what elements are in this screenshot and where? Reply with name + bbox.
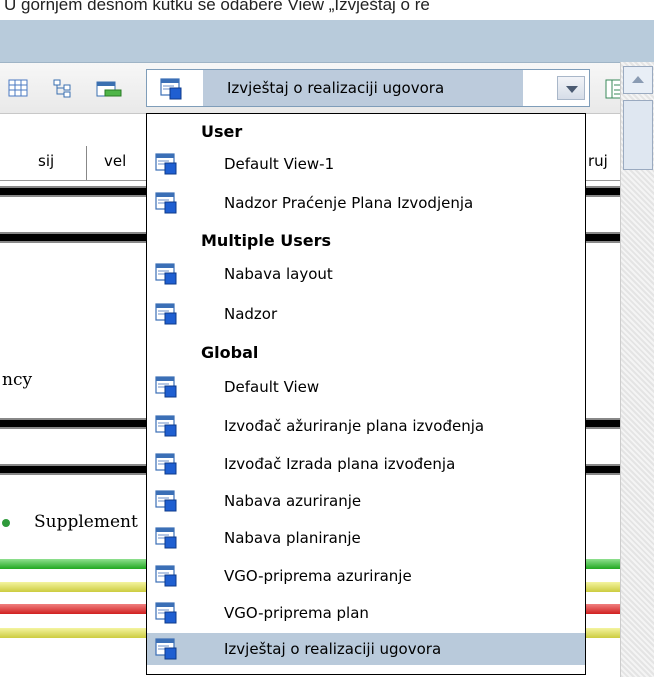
view-option-label: VGO-priprema azuriranje xyxy=(224,567,412,585)
scroll-up-button[interactable] xyxy=(623,66,653,94)
view-option[interactable]: Nabava layout xyxy=(147,258,585,290)
chevron-down-icon[interactable] xyxy=(557,76,585,100)
view-option-label: Nabava planiranje xyxy=(224,529,361,547)
calendar-icon[interactable] xyxy=(96,78,122,98)
view-option[interactable]: VGO-priprema plan xyxy=(147,597,585,629)
task-label: ncy xyxy=(2,370,33,390)
view-icon xyxy=(155,602,177,624)
grid-line xyxy=(86,146,87,180)
group-header-multiple-users: Multiple Users xyxy=(201,231,332,250)
scroll-thumb[interactable] xyxy=(623,100,653,170)
group-header-user: User xyxy=(201,122,243,141)
task-label: Supplement xyxy=(34,512,138,532)
view-option[interactable]: VGO-priprema azuriranje xyxy=(147,560,585,592)
view-icon xyxy=(155,263,177,285)
view-option[interactable]: Izvođač ažuriranje plana izvođenja xyxy=(147,410,585,442)
window-header-band xyxy=(0,20,654,63)
view-option[interactable]: Nadzor xyxy=(147,298,585,330)
view-selector[interactable]: Izvještaj o realizaciji ugovora xyxy=(146,69,590,107)
view-option-label: Default View-1 xyxy=(224,155,335,173)
view-option-label: Izvještaj o realizaciji ugovora xyxy=(224,640,442,658)
view-icon xyxy=(160,78,182,100)
view-option[interactable]: Default View-1 xyxy=(147,148,585,180)
hierarchy-icon[interactable] xyxy=(52,78,72,98)
view-icon xyxy=(155,453,177,475)
view-option[interactable]: Nadzor Praćenje Plana Izvodjenja xyxy=(147,187,585,219)
view-option-selected[interactable]: Izvještaj o realizaciji ugovora xyxy=(147,633,585,665)
milestone-icon xyxy=(2,519,10,527)
month-label: sij xyxy=(38,152,55,170)
view-option-label: VGO-priprema plan xyxy=(224,604,369,622)
view-option-label: Default View xyxy=(224,378,320,396)
month-label: vel xyxy=(104,152,127,170)
view-selector-value: Izvještaj o realizaciji ugovora xyxy=(203,70,523,106)
view-option-label: Nadzor Praćenje Plana Izvodjenja xyxy=(224,194,474,212)
view-option-label: Izvođač ažuriranje plana izvođenja xyxy=(224,417,485,435)
view-icon xyxy=(155,415,177,437)
table-icon[interactable] xyxy=(8,78,28,98)
view-icon xyxy=(155,192,177,214)
month-label: ruj xyxy=(588,152,608,170)
view-icon xyxy=(155,490,177,512)
view-icon xyxy=(155,376,177,398)
view-option-label: Nabava layout xyxy=(224,265,333,283)
view-icon xyxy=(155,638,177,660)
view-option-label: Izvođač Izrada plana izvođenja xyxy=(224,455,456,473)
vertical-scrollbar[interactable] xyxy=(620,62,654,677)
group-header-global: Global xyxy=(201,343,259,362)
view-option-label: Nadzor xyxy=(224,305,278,323)
view-option[interactable]: Nabava planiranje xyxy=(147,522,585,554)
view-dropdown-list: User Default View-1 Nadzor Praćenje Plan… xyxy=(146,113,586,675)
view-option[interactable]: Izvođač Izrada plana izvođenja xyxy=(147,448,585,480)
instruction-caption: U gornjem desnom kutku se odabere View „… xyxy=(4,0,430,14)
view-icon xyxy=(155,303,177,325)
view-icon xyxy=(155,527,177,549)
view-icon xyxy=(155,565,177,587)
view-option[interactable]: Default View xyxy=(147,371,585,403)
view-option-label: Nabava azuriranje xyxy=(224,492,362,510)
view-option[interactable]: Nabava azuriranje xyxy=(147,485,585,517)
view-icon xyxy=(155,153,177,175)
